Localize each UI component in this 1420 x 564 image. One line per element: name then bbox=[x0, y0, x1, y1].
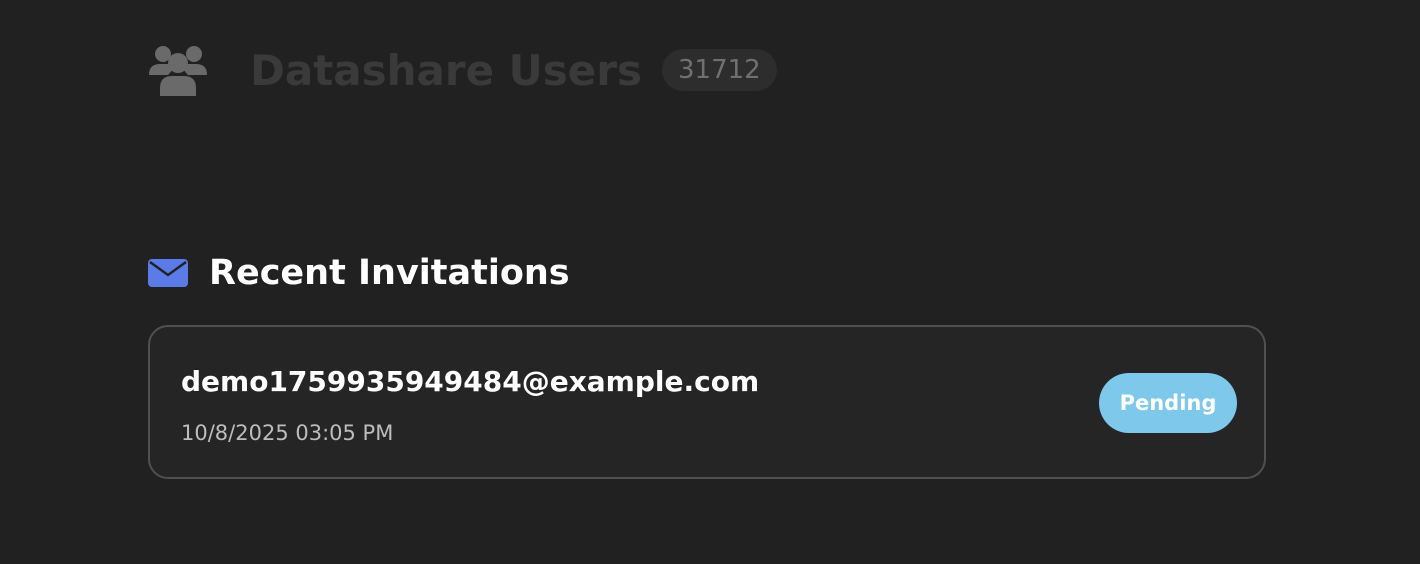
invitations-header: Recent Invitations bbox=[148, 250, 570, 296]
users-icon bbox=[149, 46, 207, 96]
invitations-title: Recent Invitations bbox=[209, 253, 570, 293]
users-header: Datashare Users 31712 bbox=[148, 40, 777, 100]
invitation-card: demo1759935949484@example.com 10/8/2025 … bbox=[148, 325, 1266, 479]
users-count-badge: 31712 bbox=[662, 49, 777, 91]
invitation-email: demo1759935949484@example.com bbox=[181, 365, 760, 398]
status-badge-pending[interactable]: Pending bbox=[1099, 373, 1237, 433]
invitation-date: 10/8/2025 03:05 PM bbox=[181, 421, 394, 445]
mail-icon bbox=[148, 259, 188, 287]
users-title: Datashare Users bbox=[250, 45, 642, 95]
page: Datashare Users 31712 Recent Invitations… bbox=[0, 0, 1420, 564]
